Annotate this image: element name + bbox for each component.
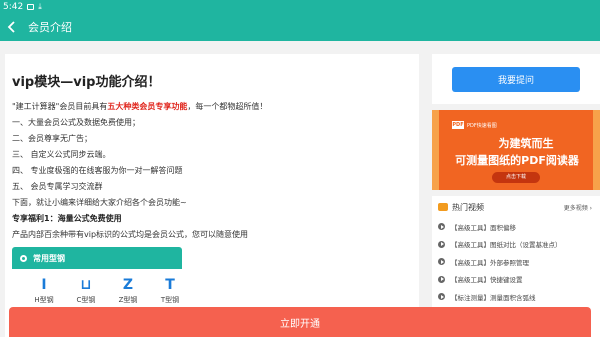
article-heading: vip模块—vip功能介绍！: [12, 75, 161, 90]
steel-type-t[interactable]: T T型钢: [158, 277, 182, 305]
circle-icon: [20, 254, 27, 262]
pdf-reader-ad-banner[interactable]: PDF PDF快速看图 为建筑而生 可测量图纸的PDF阅读器 点击下载: [432, 110, 600, 190]
steel-type-c[interactable]: ⊔ C型钢: [74, 277, 98, 305]
notification-icon: [27, 3, 35, 10]
play-icon: [438, 275, 445, 283]
chevron-left-icon: [7, 21, 15, 33]
steel-type-h[interactable]: I H型钢: [32, 277, 56, 305]
feature-item: 五、 会员专属学习交流群: [12, 182, 103, 191]
banner-download-button[interactable]: 点击下载: [492, 172, 540, 183]
status-time: 5:42: [3, 1, 24, 12]
intro-suffix: ，每一个都物超所值！: [187, 102, 268, 111]
steel-type-label: H型钢: [34, 296, 54, 304]
video-title: 【标注测量】测量面积含弧线: [451, 293, 536, 302]
intro-paragraph: "建工计算器"会员目前具有五大种类会员专享功能，每一个都物超所值！: [12, 99, 412, 115]
ask-panel: 我要提问: [432, 54, 600, 104]
app-bar: 会员介绍: [0, 13, 600, 41]
t-section-icon: T: [165, 277, 175, 293]
download-icon: ⤓: [38, 1, 42, 11]
feature-item: 三、 自定义公式同步云端。: [12, 150, 111, 159]
video-title: 【高级工具】面积偏移: [451, 223, 516, 232]
page-title: 会员介绍: [28, 21, 72, 34]
pdf-logo-icon: PDF: [452, 121, 464, 129]
play-icon: [438, 258, 445, 266]
banner-brand: PDF快速看图: [467, 122, 497, 129]
benefit-description: 产品内部百余种带有vip标识的公式均是会员公式，您可以随意使用: [12, 230, 249, 239]
feature-item: 一、大量会员公式及数据免费使用；: [12, 118, 140, 127]
more-videos-link[interactable]: 更多视频 ›: [564, 203, 592, 212]
hot-videos-header: 热门视频 更多视频 ›: [438, 200, 592, 214]
h-beam-icon: I: [41, 277, 47, 293]
intro-highlight: 五大种类会员专享功能: [107, 102, 188, 111]
video-list-item[interactable]: 【高级工具】外部参照管理: [438, 253, 592, 271]
sidebar: 我要提问 PDF PDF快速看图 为建筑而生 可测量图纸的PDF阅读器 点击下载…: [432, 54, 600, 337]
banner-subheadline: 可测量图纸的PDF阅读器: [455, 154, 579, 167]
play-icon: [438, 223, 445, 231]
ask-question-button[interactable]: 我要提问: [452, 66, 580, 92]
steel-type-z[interactable]: Z Z型钢: [116, 277, 140, 305]
video-icon: [438, 203, 448, 211]
status-bar: 5:42 ⤓: [0, 0, 600, 13]
steel-type-label: C型钢: [76, 296, 96, 304]
banner-headline: 为建筑而生: [498, 137, 554, 150]
article-content: vip模块—vip功能介绍！ "建工计算器"会员目前具有五大种类会员专享功能，每…: [5, 54, 419, 337]
z-section-icon: Z: [122, 277, 134, 293]
video-title: 【高级工具】外部参照管理: [451, 258, 529, 267]
play-icon: [438, 293, 445, 301]
video-list-item[interactable]: 【高级工具】图纸对比（设置基准点）: [438, 236, 592, 254]
video-list-item[interactable]: 【高级工具】快捷键设置: [438, 271, 592, 289]
video-list-item[interactable]: 【高级工具】面积偏移: [438, 218, 592, 236]
hot-videos-title: 热门视频: [452, 202, 484, 212]
video-title: 【高级工具】图纸对比（设置基准点）: [451, 241, 562, 250]
steel-card-title: 常用型钢: [33, 253, 65, 263]
banner-logo: PDF PDF快速看图: [452, 121, 497, 129]
benefit-title: 专享福利1：海量公式免费使用: [12, 214, 122, 223]
video-title: 【高级工具】快捷键设置: [451, 276, 523, 285]
feature-item: 四、 专业度极强的在线客服为你一对一解答问题: [12, 166, 183, 175]
steel-types-row: I H型钢 ⊔ C型钢 Z Z型钢 T T型钢: [12, 269, 182, 305]
steel-type-label: Z型钢: [118, 296, 138, 304]
open-membership-button[interactable]: 立即开通: [9, 307, 591, 337]
steel-section-card: 常用型钢 I H型钢 ⊔ C型钢 Z Z型钢 T T型钢: [12, 247, 182, 305]
feature-item: 二、会员尊享无广告；: [12, 134, 92, 143]
c-channel-icon: ⊔: [80, 277, 92, 293]
steel-card-header: 常用型钢: [12, 247, 182, 269]
back-button[interactable]: [0, 13, 24, 41]
play-icon: [438, 240, 445, 248]
steel-type-label: T型钢: [160, 296, 180, 304]
intro-prefix: "建工计算器"会员目前具有: [12, 102, 108, 111]
video-list-item[interactable]: 【标注测量】测量面积含弧线: [438, 288, 592, 306]
transition-text: 下面，就让小编来详细给大家介绍各个会员功能~: [12, 198, 187, 207]
